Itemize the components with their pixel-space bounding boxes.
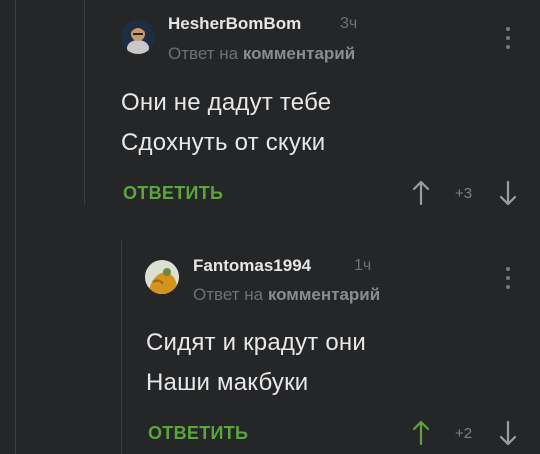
- upvote-icon[interactable]: [412, 420, 430, 446]
- comment-text-line: Наши макбуки: [146, 369, 309, 396]
- rating-value: +3: [455, 185, 473, 202]
- comment: HesherBomBom 3ч Ответ на комментарий Они…: [0, 0, 540, 220]
- reply-button[interactable]: ОТВЕТИТЬ: [148, 423, 248, 444]
- reply-to-label: Ответ на комментарий: [193, 285, 380, 305]
- downvote-icon[interactable]: [499, 420, 517, 446]
- reply-to-link[interactable]: комментарий: [243, 44, 355, 63]
- comment: Fantomas1994 1ч Ответ на комментарий Сид…: [0, 240, 540, 454]
- author-name[interactable]: Fantomas1994: [193, 256, 311, 276]
- reply-to-prefix: Ответ на: [168, 44, 239, 63]
- reply-to-label: Ответ на комментарий: [168, 44, 355, 64]
- comment-text-line: Сидят и крадут они: [146, 329, 366, 356]
- more-menu-icon[interactable]: [505, 27, 511, 49]
- author-name[interactable]: HesherBomBom: [168, 14, 301, 34]
- comment-text-line: Они не дадут тебе: [121, 89, 332, 116]
- comment-text-line: Сдохнуть от скуки: [121, 129, 326, 156]
- reply-to-link[interactable]: комментарий: [268, 285, 380, 304]
- upvote-icon[interactable]: [412, 180, 430, 206]
- avatar[interactable]: [121, 20, 155, 54]
- downvote-icon[interactable]: [499, 180, 517, 206]
- more-menu-icon[interactable]: [505, 267, 511, 289]
- reply-to-prefix: Ответ на: [193, 285, 264, 304]
- avatar[interactable]: [145, 260, 179, 294]
- timestamp: 1ч: [354, 257, 372, 274]
- rating-value: +2: [455, 425, 473, 442]
- reply-button[interactable]: ОТВЕТИТЬ: [123, 183, 223, 204]
- timestamp: 3ч: [340, 15, 358, 32]
